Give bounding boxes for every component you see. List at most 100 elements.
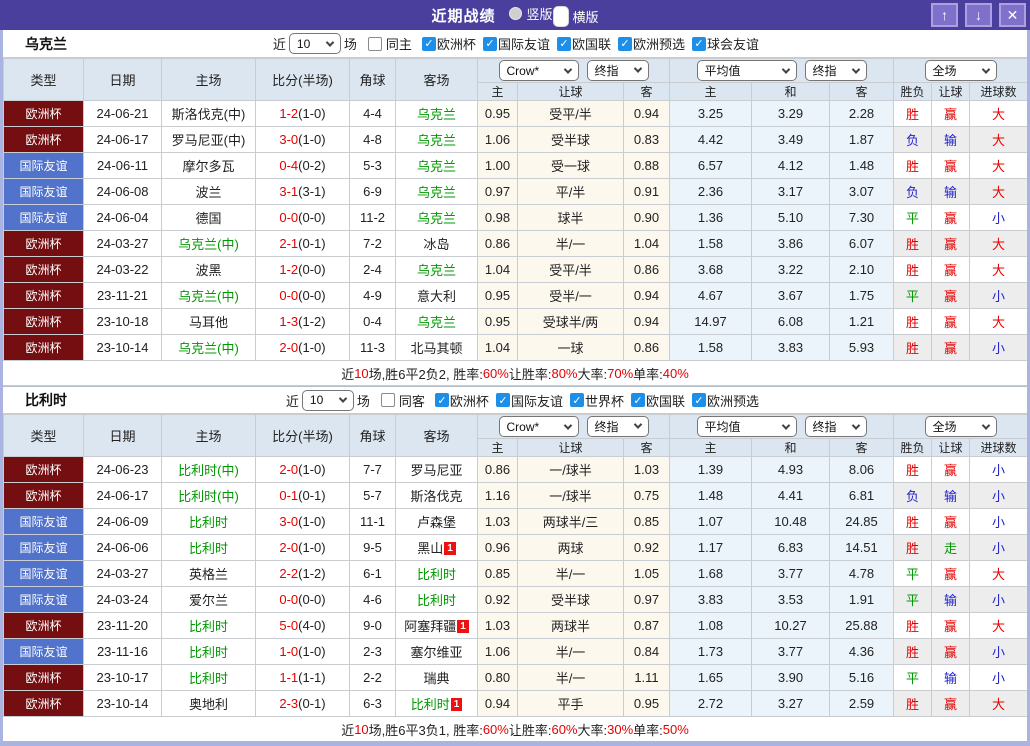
- europe-stage-select[interactable]: 终指: [805, 60, 867, 81]
- home-team-name: 波兰: [195, 185, 221, 200]
- competition-checkbox[interactable]: ✓欧洲杯: [435, 391, 489, 410]
- select-value: Crow*: [507, 64, 540, 78]
- odds-group-header: 平均值 终指: [670, 59, 894, 83]
- handicap-away-odds-cell: 0.95: [624, 691, 670, 717]
- handicap-stage-select[interactable]: 终指: [587, 60, 649, 81]
- result-cell: 胜: [894, 509, 932, 535]
- match-scope-select[interactable]: 全场: [925, 60, 997, 81]
- halftime-score: (0-0): [298, 210, 325, 225]
- competition-checkbox[interactable]: ✓欧洲预选: [618, 34, 685, 53]
- home-team-name: 英格兰: [189, 567, 228, 582]
- result-cell: 负: [894, 127, 932, 153]
- competition-checkbox[interactable]: ✓欧国联: [631, 391, 685, 410]
- date-cell: 24-06-17: [84, 127, 162, 153]
- recent-suffix-label: 场: [357, 391, 370, 410]
- date-cell: 24-03-22: [84, 257, 162, 283]
- select-value: 平均值: [705, 62, 741, 79]
- date-cell: 23-11-20: [84, 613, 162, 639]
- recent-count-select[interactable]: 10: [289, 33, 341, 54]
- corners-cell: 5-3: [350, 153, 396, 179]
- competition-checkbox[interactable]: ✓欧洲预选: [692, 391, 759, 410]
- handicap-away-odds-cell: 0.88: [624, 153, 670, 179]
- handicap-line-cell: 球半: [518, 205, 624, 231]
- competition-label: 球会友谊: [707, 34, 759, 53]
- odds-column-header: 客: [624, 83, 670, 101]
- fulltime-score: 0-1: [279, 488, 298, 503]
- competition-label: 国际友谊: [511, 391, 563, 410]
- home-team-name: 波黑: [195, 263, 221, 278]
- layout-radio-option[interactable]: 竖版: [509, 4, 552, 23]
- handicap-home-odds-cell: 1.16: [478, 483, 518, 509]
- red-card-badge: 1: [451, 698, 463, 711]
- competition-type-cell: 欧洲杯: [4, 127, 84, 153]
- average-select[interactable]: 平均值: [697, 416, 797, 437]
- handicap-line-cell: 平/半: [518, 179, 624, 205]
- recent-count-select[interactable]: 10: [302, 390, 354, 411]
- bookmaker-select[interactable]: Crow*: [499, 416, 579, 437]
- result-cell: 负: [894, 179, 932, 205]
- average-home-odds-cell: 3.83: [670, 587, 752, 613]
- scroll-down-icon: ↓: [975, 8, 982, 22]
- scroll-down-button[interactable]: ↓: [965, 3, 992, 27]
- away-team-cell: 乌克兰: [396, 309, 478, 335]
- summary-text: 单率:: [633, 720, 663, 739]
- away-team-name: 乌克兰: [417, 107, 456, 122]
- competition-checkbox[interactable]: ✓世界杯: [570, 391, 624, 410]
- away-team-cell: 乌克兰: [396, 179, 478, 205]
- europe-stage-select[interactable]: 终指: [805, 416, 867, 437]
- corners-cell: 11-2: [350, 205, 396, 231]
- match-row: 欧洲杯24-06-23比利时(中)2-0(1-0)7-7罗马尼亚0.86一/球半…: [4, 457, 1028, 483]
- handicap-home-odds-cell: 0.96: [478, 535, 518, 561]
- average-away-odds-cell: 3.07: [830, 179, 894, 205]
- handicap-result-cell: 赢: [932, 257, 970, 283]
- halftime-score: (3-1): [298, 184, 325, 199]
- home-team-cell: 英格兰: [162, 561, 256, 587]
- odds-column-header: 让球: [518, 439, 624, 457]
- average-away-odds-cell: 1.75: [830, 283, 894, 309]
- layout-radio-selected[interactable]: 横版: [553, 6, 599, 27]
- handicap-away-odds-cell: 1.05: [624, 561, 670, 587]
- scroll-up-button[interactable]: ↑: [931, 3, 958, 27]
- select-value: Crow*: [507, 420, 540, 434]
- average-away-odds-cell: 8.06: [830, 457, 894, 483]
- fulltime-score: 2-0: [279, 340, 298, 355]
- average-draw-odds-cell: 6.83: [752, 535, 830, 561]
- competition-checkbox[interactable]: ✓国际友谊: [483, 34, 550, 53]
- handicap-stage-select[interactable]: 终指: [587, 416, 649, 437]
- match-scope-select[interactable]: 全场: [925, 416, 997, 437]
- average-away-odds-cell: 2.10: [830, 257, 894, 283]
- corners-cell: 4-4: [350, 101, 396, 127]
- checkbox-icon: [368, 37, 382, 51]
- competition-checkbox[interactable]: ✓欧洲杯: [422, 34, 476, 53]
- fulltime-score: 1-2: [279, 262, 298, 277]
- goals-result-cell: 大: [970, 613, 1028, 639]
- checkbox-icon: ✓: [692, 37, 706, 51]
- away-team-name: 乌克兰: [417, 315, 456, 330]
- same-venue-checkbox[interactable]: 同客: [381, 391, 425, 410]
- radio-label: 竖版: [526, 4, 552, 23]
- average-select[interactable]: 平均值: [697, 60, 797, 81]
- fulltime-score: 2-3: [279, 696, 298, 711]
- chevron-down-icon: [633, 421, 641, 429]
- summary-text: 60%: [551, 722, 577, 737]
- handicap-result-cell: 赢: [932, 613, 970, 639]
- same-venue-checkbox[interactable]: 同主: [368, 34, 412, 53]
- handicap-away-odds-cell: 0.75: [624, 483, 670, 509]
- average-away-odds-cell: 4.36: [830, 639, 894, 665]
- fulltime-score: 1-3: [279, 314, 298, 329]
- competition-checkbox[interactable]: ✓欧国联: [557, 34, 611, 53]
- close-button[interactable]: ✕: [999, 3, 1026, 27]
- score-cell: 2-2(1-2): [256, 561, 350, 587]
- bookmaker-select[interactable]: Crow*: [499, 60, 579, 81]
- average-away-odds-cell: 4.78: [830, 561, 894, 587]
- red-card-badge: 1: [457, 620, 469, 633]
- odds-group-header: 平均值终指: [670, 415, 894, 439]
- date-cell: 23-10-14: [84, 335, 162, 361]
- halftime-score: (0-0): [298, 262, 325, 277]
- competition-checkbox[interactable]: ✓球会友谊: [692, 34, 759, 53]
- date-cell: 24-06-17: [84, 483, 162, 509]
- competition-checkbox[interactable]: ✓国际友谊: [496, 391, 563, 410]
- away-team-name: 卢森堡: [417, 515, 456, 530]
- halftime-score: (1-1): [298, 670, 325, 685]
- average-away-odds-cell: 1.91: [830, 587, 894, 613]
